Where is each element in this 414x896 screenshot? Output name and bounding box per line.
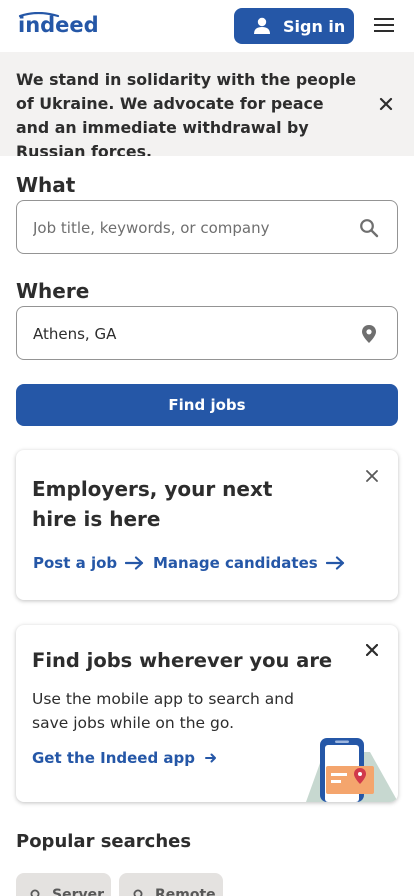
get-app-label: Get the Indeed app <box>32 749 196 767</box>
chip-label: Server <box>52 887 105 896</box>
phone-illustration <box>306 738 398 802</box>
find-jobs-button[interactable]: Find jobs <box>16 384 398 426</box>
ukraine-banner: We stand in solidarity with the people o… <box>0 52 414 161</box>
sign-in-button[interactable]: Sign in <box>234 8 354 44</box>
app-card-body: Use the mobile app to search and save jo… <box>32 690 294 732</box>
sign-in-label: Sign in <box>283 16 346 36</box>
close-icon[interactable] <box>366 470 378 482</box>
what-field[interactable] <box>16 200 398 254</box>
where-field[interactable] <box>16 306 398 360</box>
popular-searches-title: Popular searches <box>16 831 192 852</box>
main-content: What Where Find jobs Employers, your nex… <box>0 156 414 896</box>
manage-candidates-link[interactable]: Manage candidates <box>153 554 346 572</box>
chip-label: Remote <box>155 887 216 896</box>
banner-text: We stand in solidarity with the people o… <box>16 70 357 161</box>
search-icon <box>360 219 379 238</box>
app-card-title: Find jobs wherever you are <box>32 649 333 672</box>
arrow-right-icon <box>125 556 144 570</box>
employer-card: Employers, your next hire is here Post a… <box>16 450 398 600</box>
post-job-link[interactable]: Post a job <box>33 554 145 572</box>
close-icon[interactable] <box>378 96 394 112</box>
top-header: indeed Sign in <box>0 0 414 52</box>
search-icon <box>30 889 40 896</box>
what-label: What <box>16 173 76 197</box>
popular-chip-remote[interactable]: Remote <box>119 873 223 896</box>
where-label: Where <box>16 279 90 303</box>
where-input[interactable] <box>33 322 343 346</box>
employer-card-title: Employers, your next hire is here <box>32 477 273 531</box>
person-icon <box>254 17 270 34</box>
manage-candidates-label: Manage candidates <box>153 554 318 572</box>
indeed-logo[interactable]: indeed <box>18 12 98 38</box>
arrow-right-icon <box>325 556 344 570</box>
arrow-right-icon <box>205 753 217 763</box>
post-job-label: Post a job <box>33 554 118 572</box>
search-icon <box>133 889 143 896</box>
location-pin-icon <box>362 325 376 343</box>
app-promo-card: Find jobs wherever you are Use the mobil… <box>16 625 398 802</box>
get-app-link[interactable]: Get the Indeed app <box>32 749 217 767</box>
menu-icon[interactable] <box>374 16 394 34</box>
close-icon[interactable] <box>366 644 378 656</box>
what-input[interactable] <box>33 216 343 240</box>
popular-chip-server[interactable]: Server <box>16 873 111 896</box>
